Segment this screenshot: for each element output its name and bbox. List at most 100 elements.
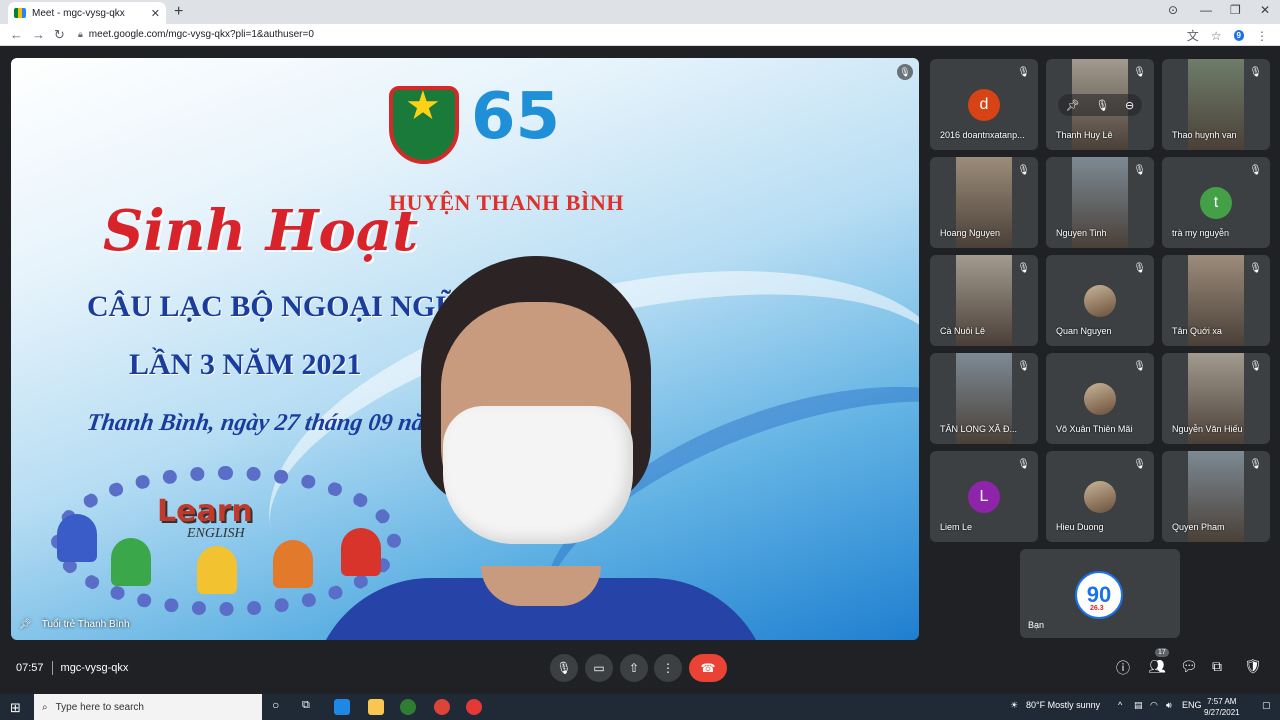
more-options-button[interactable]: ⋮ bbox=[654, 654, 682, 682]
microphone-button[interactable]: 🎙︎ bbox=[550, 654, 578, 682]
face-mask bbox=[443, 406, 633, 544]
present-icon: ⇧ bbox=[628, 661, 640, 675]
wifi-icon[interactable]: ◠ bbox=[1150, 700, 1158, 711]
participant-tile[interactable]: 🎙︎ Hieu Duong bbox=[1046, 451, 1154, 542]
participant-name: Quyen Pham bbox=[1172, 522, 1225, 532]
network-icon[interactable]: ▤ bbox=[1134, 700, 1143, 711]
participant-name: Quan Nguyen bbox=[1056, 326, 1112, 336]
mic-muted-icon: 🎙︎ bbox=[1249, 67, 1262, 78]
participant-tile[interactable]: 🎙︎ Nguyen Tinh bbox=[1046, 157, 1154, 248]
tab-close-icon[interactable]: ✕ bbox=[151, 7, 160, 20]
participant-tile[interactable]: L 🎙︎ Liem Le bbox=[930, 451, 1038, 542]
microphone-icon: 🎙︎ bbox=[556, 661, 572, 675]
remove-icon[interactable]: ⊖ bbox=[1125, 99, 1134, 112]
mute-participant-icon[interactable]: 🎙︎ bbox=[1095, 99, 1109, 112]
mic-muted-icon: 🎙︎ bbox=[897, 64, 913, 80]
forward-icon[interactable]: → bbox=[32, 27, 45, 42]
participant-name: Hoang Nguyen bbox=[940, 228, 1001, 238]
banner-session: LẦN 3 NĂM 2021 bbox=[129, 348, 362, 381]
back-icon[interactable]: ← bbox=[10, 27, 23, 42]
taskbar-search[interactable]: ⌕ Type here to search bbox=[34, 694, 262, 720]
participant-tile[interactable]: 🎙︎ Quan Nguyen bbox=[1046, 255, 1154, 346]
url-field[interactable]: 🔒︎ meet.google.com/mgc-vysg-qkx?pli=1&au… bbox=[78, 29, 314, 40]
cortana-icon[interactable]: ○ bbox=[272, 698, 279, 712]
participant-name: Võ Xuân Thiên Mãi bbox=[1056, 424, 1133, 434]
pin-icon[interactable]: 📌︎ bbox=[19, 619, 32, 630]
participant-tile[interactable]: 🎙︎ Võ Xuân Thiên Mãi bbox=[1046, 353, 1154, 444]
anniversary-logo: 65 bbox=[471, 80, 561, 154]
participant-tile[interactable]: d 🎙︎ 2016 doantnxatanp... bbox=[930, 59, 1038, 150]
camera-icon: ▭ bbox=[593, 661, 605, 675]
input-language[interactable]: ENG bbox=[1182, 700, 1202, 710]
meeting-details-icon[interactable]: ⓘ bbox=[1116, 658, 1130, 678]
divider bbox=[51, 661, 53, 675]
people-icon[interactable]: 👥︎ bbox=[1148, 658, 1166, 675]
tray-chevron-icon[interactable]: ^ bbox=[1118, 700, 1122, 710]
clock[interactable]: 7:57 AM 9/27/2021 bbox=[1204, 696, 1240, 718]
host-controls-icon[interactable]: 🛡︎ bbox=[1244, 658, 1262, 675]
chrome-icon[interactable] bbox=[434, 699, 450, 715]
kid-figure bbox=[273, 540, 313, 588]
bookmark-star-icon[interactable]: ☆ bbox=[1211, 29, 1222, 43]
search-icon: ⌕ bbox=[42, 701, 48, 713]
mic-muted-icon: 🎙︎ bbox=[1017, 67, 1030, 78]
participant-tile[interactable]: 🎙︎ Thao huynh van bbox=[1162, 59, 1270, 150]
translate-icon[interactable]: 文 bbox=[1187, 27, 1199, 44]
participant-name: Nguyen Tinh bbox=[1056, 228, 1107, 238]
tab-search-icon[interactable]: ⊙ bbox=[1168, 3, 1178, 17]
windows-taskbar: ⊞ ⌕ Type here to search ○ ⧉ ☀︎ 80°F Most… bbox=[0, 694, 1280, 720]
participant-tile[interactable]: 🎙︎ Hoang Nguyen bbox=[930, 157, 1038, 248]
more-vert-icon: ⋮ bbox=[662, 661, 674, 675]
task-view-icon[interactable]: ⧉ bbox=[302, 699, 310, 712]
chrome-profile-icon[interactable] bbox=[466, 699, 482, 715]
new-tab-button[interactable]: + bbox=[174, 3, 183, 21]
activities-icon[interactable]: ⧉ bbox=[1212, 658, 1222, 675]
mic-muted-icon: 🎙︎ bbox=[1133, 67, 1146, 78]
menu-kebab-icon[interactable]: ⋮ bbox=[1256, 29, 1268, 43]
participant-avatar bbox=[1084, 383, 1116, 415]
mic-muted-icon: 🎙︎ bbox=[1249, 263, 1262, 274]
participant-tile[interactable]: t 🎙︎ trà my nguyễn bbox=[1162, 157, 1270, 248]
restore-icon[interactable]: ❐ bbox=[1230, 3, 1241, 17]
leave-call-button[interactable]: ☎︎ bbox=[689, 654, 727, 682]
notification-icon[interactable]: ▢ bbox=[1262, 700, 1271, 711]
close-window-icon[interactable]: ✕ bbox=[1260, 3, 1270, 17]
extension-icon[interactable]: 9 bbox=[1233, 30, 1244, 41]
app-icon[interactable] bbox=[400, 699, 416, 715]
present-screen-button[interactable]: ⇧ bbox=[620, 654, 648, 682]
minimize-icon[interactable]: — bbox=[1200, 3, 1212, 17]
participant-name: Cà Nuôi Lê bbox=[940, 326, 986, 336]
meeting-info: 07:57 mgc-vysg-qkx bbox=[16, 661, 128, 675]
participant-tile[interactable]: 🎙︎ 📌︎ 🎙︎ ⊖ Thanh Huy Lê bbox=[1046, 59, 1154, 150]
people-count-badge: 17 bbox=[1155, 648, 1169, 657]
meeting-time: 07:57 bbox=[16, 662, 44, 674]
self-tile[interactable]: 90 26.3 Bạn bbox=[1020, 549, 1180, 638]
participant-tile[interactable]: 🎙︎ TÂN LONG XÃ Đ... bbox=[930, 353, 1038, 444]
presenter-video bbox=[421, 256, 651, 556]
mic-muted-icon: 🎙︎ bbox=[1017, 361, 1030, 372]
windows-start-icon[interactable]: ⊞ bbox=[10, 700, 21, 716]
mic-muted-icon: 🎙︎ bbox=[1249, 361, 1262, 372]
participant-tile[interactable]: 🎙︎ Tân Quới xa bbox=[1162, 255, 1270, 346]
browser-tab-strip: Meet - mgc-vysg-qkx ✕ + ⊙ — ❐ ✕ bbox=[0, 0, 1280, 24]
camera-button[interactable]: ▭ bbox=[585, 654, 613, 682]
kid-figure bbox=[111, 538, 151, 586]
participant-name: 2016 doantnxatanp... bbox=[940, 130, 1025, 140]
participant-tile[interactable]: 🎙︎ Quyen Pham bbox=[1162, 451, 1270, 542]
weather-text[interactable]: 80°F Mostly sunny bbox=[1026, 700, 1100, 710]
pin-icon[interactable]: 📌︎ bbox=[1066, 99, 1080, 112]
edge-icon[interactable] bbox=[334, 699, 350, 715]
participant-tile[interactable]: 🎙︎ Cà Nuôi Lê bbox=[930, 255, 1038, 346]
chat-icon[interactable]: 💬︎ bbox=[1180, 658, 1198, 675]
kid-figure bbox=[57, 514, 97, 562]
self-logo-sub: 26.3 bbox=[1090, 605, 1104, 612]
mic-muted-icon: 🎙︎ bbox=[1133, 165, 1146, 176]
volume-icon[interactable]: 🔊︎ bbox=[1166, 700, 1172, 711]
tab-title: Meet - mgc-vysg-qkx bbox=[32, 7, 125, 19]
participant-tile[interactable]: 🎙︎ Nguyễn Văn Hiếu bbox=[1162, 353, 1270, 444]
reload-icon[interactable]: ↻ bbox=[54, 27, 65, 43]
file-explorer-icon[interactable] bbox=[368, 699, 384, 715]
browser-tab-meet[interactable]: Meet - mgc-vysg-qkx ✕ bbox=[8, 2, 166, 24]
meeting-controls: 07:57 mgc-vysg-qkx 🎙︎ ▭ ⇧ ⋮ ☎︎ ⓘ 👥︎ 17 💬… bbox=[0, 648, 1280, 692]
participant-name: trà my nguyễn bbox=[1172, 228, 1230, 238]
